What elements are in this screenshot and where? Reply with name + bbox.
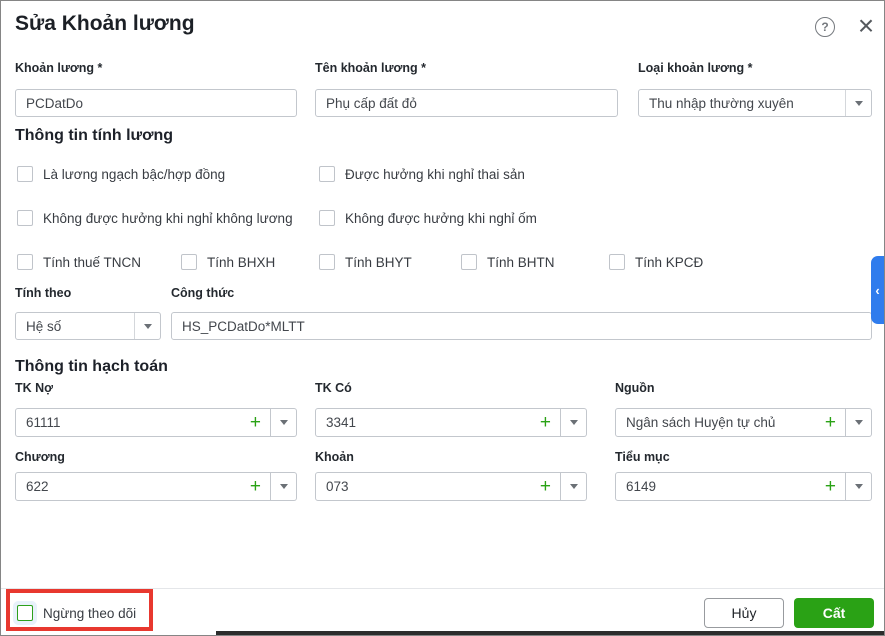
add-icon[interactable]: +	[540, 477, 551, 496]
checkbox-icon[interactable]	[17, 210, 33, 226]
cancel-button[interactable]: Hủy	[704, 598, 784, 628]
edit-salary-item-dialog: Sửa Khoản lương ? × Khoản lương * Tên kh…	[0, 0, 885, 636]
checkbox-label: Không được hưởng khi nghỉ ốm	[345, 210, 537, 226]
chevron-left-icon: ‹	[875, 282, 880, 298]
tk-co-combo[interactable]: 3341 +	[315, 408, 587, 437]
checkbox-tinh-kpcd[interactable]: Tính KPCĐ	[609, 254, 703, 270]
footer-divider	[1, 588, 884, 589]
checkbox-tinh-bhxh[interactable]: Tính BHXH	[181, 254, 275, 270]
tk-co-label: TK Có	[315, 381, 352, 395]
checkbox-label: Được hưởng khi nghỉ thai sản	[345, 166, 525, 182]
checkbox-icon[interactable]	[17, 254, 33, 270]
salary-name-label: Tên khoản lương *	[315, 61, 426, 75]
add-icon[interactable]: +	[825, 413, 836, 432]
checkbox-khong-huong-nghi-om[interactable]: Không được hưởng khi nghỉ ốm	[319, 210, 537, 226]
checkbox-label: Là lương ngạch bậc/hợp đồng	[43, 166, 226, 182]
tieu-muc-value: 6149	[626, 479, 657, 494]
chevron-down-icon	[854, 484, 863, 489]
checkbox-tinh-bhtn[interactable]: Tính BHTN	[461, 254, 555, 270]
salary-code-label: Khoản lương *	[15, 61, 103, 75]
add-icon[interactable]: +	[540, 413, 551, 432]
chevron-down-icon	[854, 100, 863, 106]
tk-no-combo[interactable]: 61111 +	[15, 408, 297, 437]
checkbox-label: Tính BHXH	[207, 254, 276, 270]
checkbox-label: Tính thuế TNCN	[43, 254, 142, 270]
chevron-down-icon	[279, 420, 288, 425]
chevron-down-icon	[143, 323, 152, 329]
nguon-label: Nguồn	[615, 381, 655, 395]
checkbox-luong-ngach-bac[interactable]: Là lương ngạch bậc/hợp đồng	[17, 166, 225, 182]
checkbox-label: Tính BHYT	[345, 254, 412, 270]
salary-type-select[interactable]: Thu nhập thường xuyên	[638, 89, 872, 117]
salary-code-input[interactable]	[15, 89, 297, 117]
dialog-title: Sửa Khoản lương	[15, 12, 195, 35]
accounting-info-heading: Thông tin hạch toán	[15, 358, 168, 375]
stop-tracking-label: Ngừng theo dõi	[43, 605, 137, 621]
add-icon[interactable]: +	[250, 413, 261, 432]
chuong-label: Chương	[15, 450, 65, 464]
checkbox-icon[interactable]	[17, 166, 33, 182]
tk-co-value: 3341	[326, 415, 357, 430]
checkbox-label: Tính BHTN	[487, 254, 555, 270]
checkbox-icon[interactable]	[17, 605, 33, 621]
calc-by-select[interactable]: Hệ số	[15, 312, 161, 340]
khoan-value: 073	[326, 479, 349, 494]
tieu-muc-label: Tiểu mục	[615, 450, 670, 464]
checkbox-tinh-thue-tncn[interactable]: Tính thuế TNCN	[17, 254, 141, 270]
khoan-combo[interactable]: 073 +	[315, 472, 587, 501]
tk-no-value: 61111	[26, 415, 61, 430]
calc-by-label: Tính theo	[15, 286, 72, 300]
checkbox-label: Tính KPCĐ	[635, 254, 704, 270]
side-panel-toggle[interactable]: ‹	[871, 256, 884, 324]
salary-type-value: Thu nhập thường xuyên	[649, 95, 794, 111]
checkbox-icon[interactable]	[181, 254, 197, 270]
chevron-down-icon	[569, 420, 578, 425]
checkbox-icon[interactable]	[461, 254, 477, 270]
chevron-down-icon	[854, 420, 863, 425]
checkbox-icon[interactable]	[319, 166, 335, 182]
chuong-value: 622	[26, 479, 49, 494]
close-icon[interactable]: ×	[853, 11, 879, 41]
salary-info-heading: Thông tin tính lương	[15, 127, 174, 144]
nguon-value: Ngân sách Huyện tự chủ	[626, 415, 776, 430]
checkbox-huong-thai-san[interactable]: Được hưởng khi nghỉ thai sản	[319, 166, 525, 182]
add-icon[interactable]: +	[250, 477, 261, 496]
salary-name-input[interactable]	[315, 89, 618, 117]
chevron-down-icon	[569, 484, 578, 489]
nguon-combo[interactable]: Ngân sách Huyện tự chủ +	[615, 408, 872, 437]
checkbox-khong-huong-nghi-khong-luong[interactable]: Không được hưởng khi nghỉ không lương	[17, 210, 293, 226]
checkbox-icon[interactable]	[319, 254, 335, 270]
help-icon[interactable]: ?	[815, 17, 835, 37]
tieu-muc-combo[interactable]: 6149 +	[615, 472, 872, 501]
checkbox-icon[interactable]	[319, 210, 335, 226]
checkbox-tinh-bhyt[interactable]: Tính BHYT	[319, 254, 412, 270]
add-icon[interactable]: +	[825, 477, 836, 496]
chevron-down-icon	[279, 484, 288, 489]
salary-type-label: Loại khoản lương *	[638, 61, 753, 75]
background-window-edge	[216, 631, 884, 635]
checkbox-icon[interactable]	[609, 254, 625, 270]
checkbox-label: Không được hưởng khi nghỉ không lương	[43, 210, 293, 226]
stop-tracking-checkbox[interactable]: Ngừng theo dõi	[17, 605, 136, 621]
formula-input[interactable]	[171, 312, 872, 340]
tk-no-label: TK Nợ	[15, 381, 54, 395]
save-button[interactable]: Cất	[794, 598, 874, 628]
formula-label: Công thức	[171, 286, 235, 300]
khoan-label: Khoản	[315, 450, 354, 464]
chuong-combo[interactable]: 622 +	[15, 472, 297, 501]
calc-by-value: Hệ số	[26, 318, 62, 334]
